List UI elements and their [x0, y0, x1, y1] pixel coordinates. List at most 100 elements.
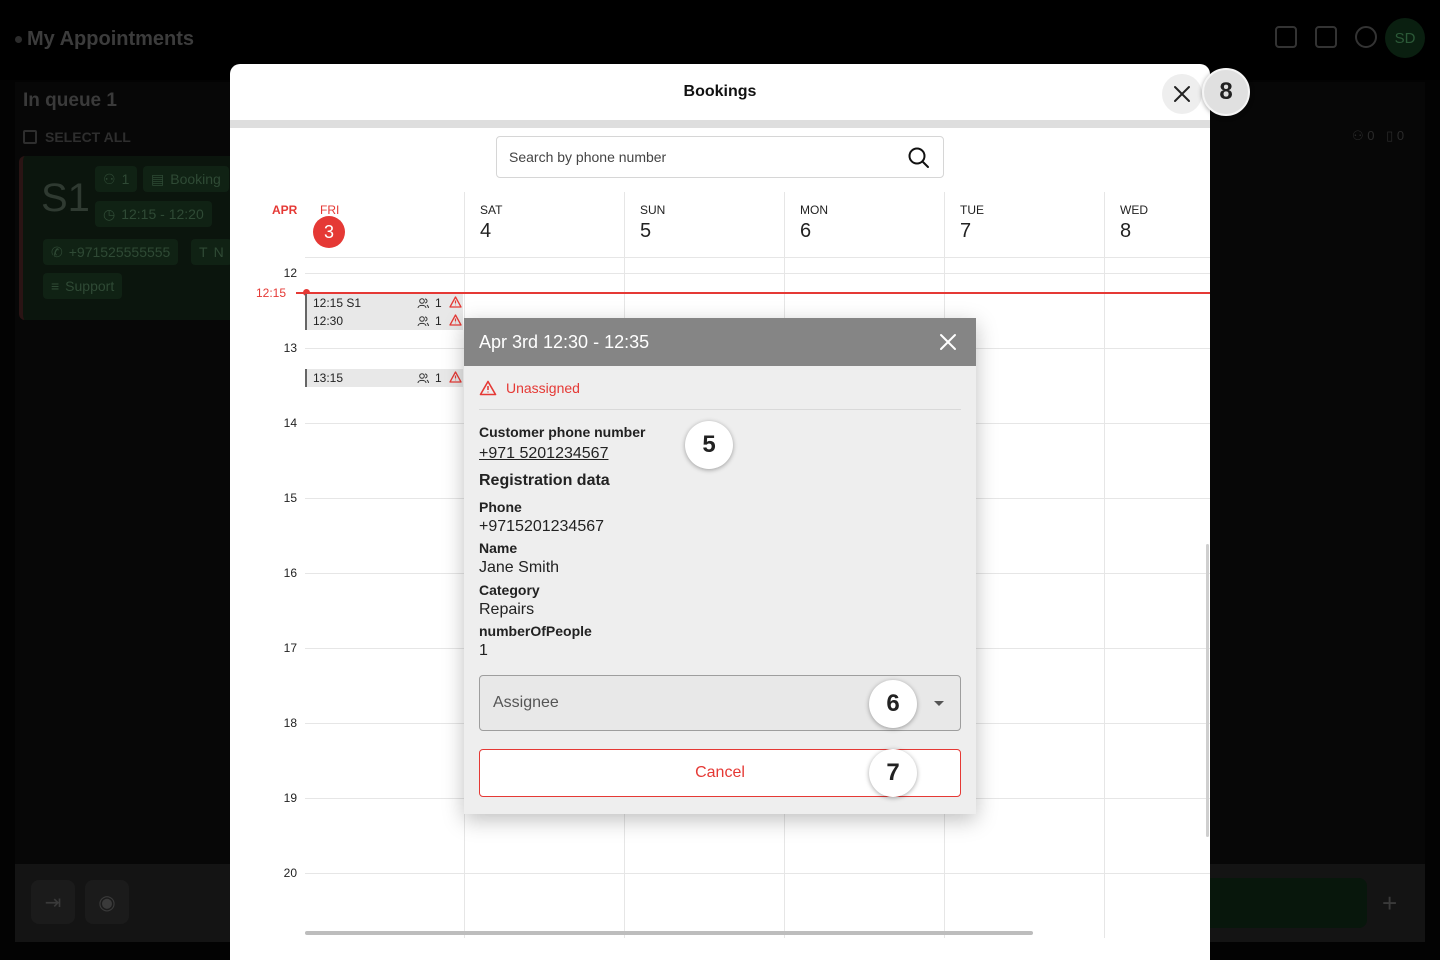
people-icon [417, 298, 429, 309]
step-marker-5: 5 [685, 421, 733, 469]
event-count: 1 [417, 296, 442, 310]
step-marker-8: 8 [1202, 68, 1250, 116]
fullscreen-icon[interactable] [1275, 26, 1297, 48]
field-label-people: numberOfPeople [479, 623, 592, 639]
card-category: Support [65, 278, 115, 294]
hour-label: 19 [283, 791, 297, 805]
card-extra: N [213, 244, 224, 260]
day-name: TUE [960, 203, 984, 217]
day-header-tue[interactable]: TUE 7 [944, 192, 1104, 258]
day-name: FRI [320, 203, 340, 217]
day-header-fri[interactable]: FRI 3 [305, 192, 465, 258]
visibility-button[interactable]: ◉ [85, 880, 129, 924]
gear-icon[interactable] [1355, 26, 1377, 48]
popup-header: Apr 3rd 12:30 - 12:35 [464, 318, 976, 366]
day-number: 6 [800, 220, 812, 242]
card-service-code: S1 [41, 176, 90, 220]
card-category-chip: ≡ Support [43, 273, 123, 299]
hour-label: 13 [283, 341, 297, 355]
queue-counts: ⚇ 0 ▯ 0 [1352, 128, 1404, 144]
people-icon [417, 373, 429, 384]
field-label-phone: Phone [479, 499, 522, 515]
day-header-sun[interactable]: SUN 5 [624, 192, 784, 258]
chevron-down-icon[interactable] [934, 701, 944, 706]
day-header-mon[interactable]: MON 6 [784, 192, 944, 258]
document-count: 0 [1396, 128, 1405, 143]
field-label-name: Name [479, 540, 518, 556]
day-header-sat[interactable]: SAT 4 [464, 192, 624, 258]
day-number: 5 [640, 220, 652, 242]
people-icon: ⚇ [1352, 128, 1364, 143]
status-unassigned: Unassigned [479, 380, 580, 396]
horizontal-scrollbar[interactable] [305, 931, 1033, 935]
day-name: MON [800, 203, 828, 217]
people-count: 0 [1367, 128, 1375, 143]
calendar-icon[interactable] [1315, 26, 1337, 48]
field-value-name: Jane Smith [479, 559, 560, 576]
logout-button[interactable]: ⇥ [31, 880, 75, 924]
queue-title: In queue 1 [23, 90, 117, 111]
calendar-event[interactable]: 12:15 S1 1 [305, 294, 463, 312]
field-value-phone: +9715201234567 [479, 518, 605, 535]
event-label: 12:15 S1 [313, 296, 362, 310]
field-value-people: 1 [479, 642, 488, 659]
hour-label: 20 [283, 866, 297, 880]
field-value-category: Repairs [479, 601, 535, 618]
select-all-checkbox[interactable] [23, 130, 37, 144]
popup-title: Apr 3rd 12:30 - 12:35 [479, 332, 650, 352]
clock-icon: ◷ [103, 205, 116, 222]
calendar-small-icon: ▤ [151, 170, 165, 187]
day-name: SUN [640, 203, 666, 217]
hour-label: 15 [283, 491, 297, 505]
event-count-value: 1 [435, 296, 442, 310]
list-icon: ≡ [51, 278, 60, 294]
hour-label: 18 [283, 716, 297, 730]
day-number: 4 [480, 220, 492, 242]
event-label: 13:15 [313, 371, 344, 385]
card-people-chip: ⚇ 1 [95, 166, 138, 192]
calendar-event[interactable]: 12:30 1 [305, 312, 463, 330]
close-icon[interactable] [936, 330, 960, 354]
event-count: 1 [417, 314, 442, 328]
avatar[interactable]: SD [1385, 18, 1425, 58]
day-name: SAT [480, 203, 503, 217]
eye-icon: ◉ [98, 891, 116, 914]
customer-phone-link[interactable]: +971 5201234567 [479, 445, 608, 463]
search-input[interactable]: Search by phone number [496, 136, 944, 178]
footer-action-button[interactable] [1210, 878, 1367, 928]
logout-icon: ⇥ [44, 891, 62, 914]
vertical-scrollbar[interactable] [1206, 544, 1209, 837]
day-header-wed[interactable]: WED 8 [1104, 192, 1210, 258]
step-marker-6: 6 [869, 680, 917, 728]
app-title: My Appointments [27, 28, 195, 50]
card-type: Booking [170, 171, 221, 187]
search-placeholder[interactable]: Search by phone number [509, 149, 666, 165]
hour-label: 12 [283, 266, 297, 280]
add-icon[interactable]: + [1382, 888, 1397, 919]
warning-icon [449, 371, 462, 383]
warning-icon [449, 314, 462, 326]
current-time-label: 12:15 [255, 286, 286, 300]
card-time-chip: ◷ 12:15 - 12:20 [95, 201, 212, 227]
calendar-event[interactable]: 13:15 1 [305, 369, 463, 387]
grid-line [305, 273, 1210, 274]
people-icon: ⚇ [103, 170, 116, 187]
modal-close-button[interactable] [1162, 74, 1202, 114]
event-label: 12:30 [313, 314, 344, 328]
event-count-value: 1 [435, 314, 442, 328]
calendar-month: APR [272, 203, 298, 217]
card-phone-chip: ✆ +971525555555 [43, 239, 179, 265]
hour-label: 17 [283, 641, 297, 655]
status-dot [15, 36, 22, 43]
select-all[interactable]: SELECT ALL [23, 129, 131, 145]
hour-label: 14 [283, 416, 297, 430]
text-icon: T [199, 244, 208, 260]
document-icon: ▯ [1386, 128, 1394, 143]
search-icon[interactable] [907, 146, 931, 170]
step-marker-7: 7 [869, 749, 917, 797]
booking-details-popup: Apr 3rd 12:30 - 12:35 Unassigned Custome… [464, 318, 976, 814]
day-name: WED [1120, 203, 1148, 217]
assignee-placeholder: Assignee [493, 694, 559, 711]
card-extra-chip: T N [191, 239, 232, 265]
day-number: 7 [960, 220, 972, 242]
